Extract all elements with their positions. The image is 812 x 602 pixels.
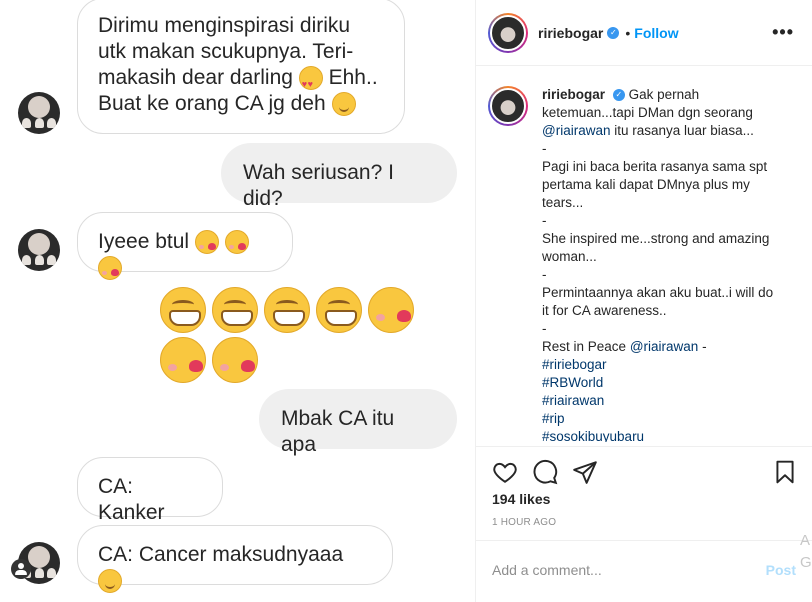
caption-avatar[interactable] xyxy=(488,86,528,126)
caption-line: itu rasanya luar biasa... xyxy=(614,123,754,138)
chat-bubble-outgoing: Mbak CA itu apa xyxy=(259,389,457,456)
hashtag-link[interactable]: #rip xyxy=(542,410,792,428)
caption-line: - xyxy=(542,141,547,156)
grinning-face-emoji-icon xyxy=(316,287,362,333)
caption-line: Permintaannya akan aku buat..i will do xyxy=(542,285,774,300)
caption-line: - xyxy=(542,213,547,228)
kissing-face-emoji-icon xyxy=(98,256,122,281)
chat-text: utk makan scukupnya. Teri- xyxy=(98,40,354,63)
smiling-face-emoji-icon xyxy=(98,569,122,594)
chat-bubble-incoming: CA: Cancer maksudnyaaa xyxy=(77,525,393,594)
post-timestamp[interactable]: 1 HOUR AGO xyxy=(492,517,556,528)
caption-line: - xyxy=(542,321,547,336)
bookmark-icon[interactable] xyxy=(772,459,798,485)
chat-text: Wah seriusan? I did? xyxy=(243,161,394,210)
caption-line: Gak pernah xyxy=(628,87,700,102)
caption-line: - xyxy=(702,339,707,354)
chat-bubble-outgoing: Wah seriusan? I did? xyxy=(221,143,457,210)
caption-line: Pagi ini baca berita rasanya sama spt xyxy=(542,159,768,174)
chat-text: Iyeee btul xyxy=(98,230,190,253)
action-bar xyxy=(476,446,812,496)
chat-bubble-incoming: Iyeee btul xyxy=(77,212,293,281)
chat-text: Dirimu menginspirasi diriku xyxy=(98,14,351,37)
caption-username[interactable]: ririebogar xyxy=(542,87,605,102)
chat-text: Ehh.. xyxy=(328,66,378,89)
user-icon xyxy=(11,559,31,579)
kissing-face-emoji-icon xyxy=(160,337,206,383)
grinning-face-emoji-icon xyxy=(160,287,206,333)
edge-text: A G xyxy=(800,532,812,571)
post-panel: ririebogar ✓ • Follow ••• ririebogar ✓ G… xyxy=(476,0,812,602)
chat-bubble-incoming: CA: Kanker xyxy=(77,457,223,524)
caption-line: tears... xyxy=(542,195,584,210)
like-count[interactable]: 194 likes xyxy=(492,491,550,507)
chat-bubble-incoming: Dirimu menginspirasi diriku utk makan sc… xyxy=(77,0,405,134)
separator-dot: • xyxy=(625,24,631,41)
grinning-face-emoji-icon xyxy=(264,287,310,333)
follow-button[interactable]: Follow xyxy=(634,25,678,41)
caption-section: ririebogar ✓ Gak pernah ketemuan...tapi … xyxy=(488,86,804,442)
hashtag-link[interactable]: #ririebogar xyxy=(542,356,792,374)
hashtag-link[interactable]: #riairawan xyxy=(542,392,792,410)
kissing-face-emoji-icon xyxy=(194,230,219,255)
username-link[interactable]: ririebogar xyxy=(538,25,603,41)
chat-text: CA: Cancer maksudnyaaa xyxy=(98,543,344,566)
profile-avatar[interactable] xyxy=(488,12,528,53)
caption-line: it for CA awareness.. xyxy=(542,303,667,318)
grinning-face-emoji-icon xyxy=(212,287,258,333)
comment-icon[interactable] xyxy=(532,459,558,485)
caption-line: woman... xyxy=(542,249,597,264)
chat-text: Buat ke orang CA jg deh xyxy=(98,92,326,115)
mention-link[interactable]: @riairawan xyxy=(630,339,698,354)
share-icon[interactable] xyxy=(572,459,598,485)
emoji-message xyxy=(160,287,460,383)
caption-line: Rest in Peace xyxy=(542,339,627,354)
post-header: ririebogar ✓ • Follow ••• xyxy=(476,0,812,66)
heart-eyes-emoji-icon xyxy=(298,66,323,97)
mention-link[interactable]: @riairawan xyxy=(542,123,610,138)
chat-text: makasih dear darling xyxy=(98,66,293,89)
caption-line: ketemuan...tapi DMan dgn seorang xyxy=(542,105,753,120)
kissing-face-emoji-icon xyxy=(224,230,249,255)
comment-bar: Post xyxy=(476,540,812,598)
verified-badge-icon: ✓ xyxy=(612,89,625,102)
hashtag-link[interactable]: #sosokibuyubaru xyxy=(542,428,792,442)
post-comment-button[interactable]: Post xyxy=(766,562,796,578)
comment-input[interactable] xyxy=(492,561,766,578)
caption-line: - xyxy=(542,267,547,282)
smiling-face-emoji-icon xyxy=(331,92,356,117)
caption-line: She inspired me...strong and amazing xyxy=(542,231,770,246)
sender-avatar xyxy=(18,229,60,271)
caption-line: pertama kali dapat DMnya plus my xyxy=(542,177,750,192)
chat-text: CA: Kanker xyxy=(98,475,165,524)
chat-screenshot: Dirimu menginspirasi diriku utk makan sc… xyxy=(0,0,476,602)
hashtag-link[interactable]: #RBWorld xyxy=(542,374,792,392)
more-options-icon[interactable]: ••• xyxy=(772,22,794,43)
kissing-face-emoji-icon xyxy=(368,287,414,333)
heart-icon[interactable] xyxy=(492,459,518,485)
chat-text: Mbak CA itu apa xyxy=(281,407,395,456)
caption-text: ririebogar ✓ Gak pernah ketemuan...tapi … xyxy=(542,86,792,442)
verified-badge-icon: ✓ xyxy=(607,26,620,39)
kissing-face-emoji-icon xyxy=(212,337,258,383)
sender-avatar xyxy=(18,92,60,134)
